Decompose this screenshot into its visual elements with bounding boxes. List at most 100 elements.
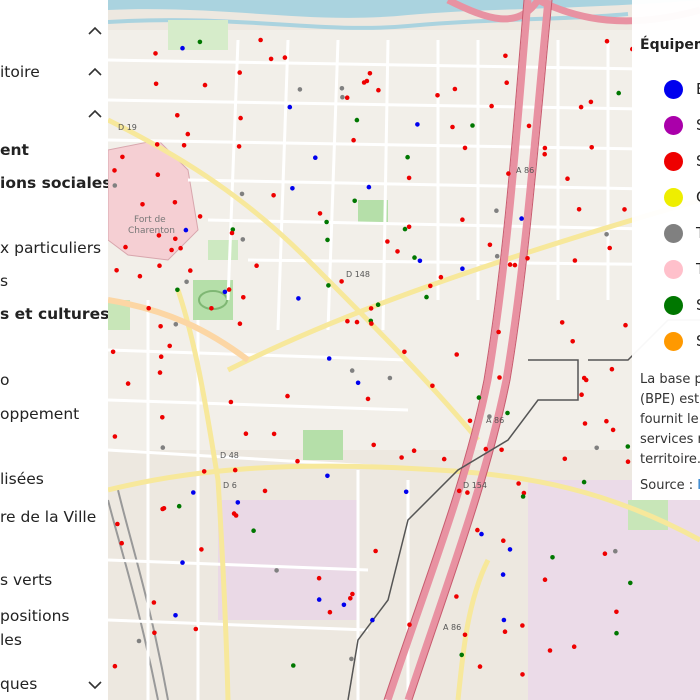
equipment-marker[interactable] xyxy=(172,200,178,205)
equipment-marker[interactable] xyxy=(258,37,263,43)
equipment-marker[interactable] xyxy=(238,115,243,121)
equipment-marker[interactable] xyxy=(237,70,242,75)
equipment-marker[interactable] xyxy=(209,306,214,311)
equipment-marker[interactable] xyxy=(153,51,158,56)
equipment-marker[interactable] xyxy=(146,305,151,311)
equipment-marker[interactable] xyxy=(570,339,575,344)
equipment-marker[interactable] xyxy=(476,395,482,400)
equipment-marker[interactable] xyxy=(355,380,361,386)
menu-item-s[interactable]: s xyxy=(0,272,8,290)
equipment-marker[interactable] xyxy=(376,87,381,93)
equipment-marker[interactable] xyxy=(228,399,234,405)
equipment-marker[interactable] xyxy=(520,623,525,628)
equipment-marker[interactable] xyxy=(345,318,350,324)
equipment-marker[interactable] xyxy=(415,122,420,127)
menu-item-dispositions[interactable]: positions xyxy=(0,607,69,625)
equipment-marker[interactable] xyxy=(112,183,118,188)
equipment-marker[interactable] xyxy=(405,154,410,160)
equipment-marker[interactable] xyxy=(156,233,162,238)
equipment-marker[interactable] xyxy=(526,123,532,129)
equipment-marker[interactable] xyxy=(176,503,182,509)
equipment-marker[interactable] xyxy=(622,207,627,212)
menu-item-espaces-verts[interactable]: s verts xyxy=(0,571,52,589)
chevron-up-icon[interactable] xyxy=(88,109,102,119)
equipment-marker[interactable] xyxy=(173,236,178,242)
equipment-marker[interactable] xyxy=(609,366,615,372)
equipment-marker[interactable] xyxy=(403,489,409,495)
equipment-marker[interactable] xyxy=(237,321,243,327)
equipment-marker[interactable] xyxy=(317,211,323,216)
equipment-marker[interactable] xyxy=(167,343,172,349)
menu-item-localisees[interactable]: lisées xyxy=(0,470,44,488)
equipment-marker[interactable] xyxy=(370,617,375,623)
equipment-marker[interactable] xyxy=(157,263,162,269)
menu-item-o[interactable]: o xyxy=(0,371,9,389)
equipment-marker[interactable] xyxy=(201,469,207,474)
equipment-marker[interactable] xyxy=(175,113,180,118)
equipment-marker[interactable] xyxy=(313,155,318,160)
equipment-marker[interactable] xyxy=(155,172,161,177)
equipment-marker[interactable] xyxy=(291,663,296,668)
equipment-marker[interactable] xyxy=(496,329,501,335)
equipment-marker[interactable] xyxy=(183,227,189,233)
equipment-marker[interactable] xyxy=(157,370,163,375)
equipment-marker[interactable] xyxy=(348,596,353,601)
equipment-marker[interactable] xyxy=(542,151,547,157)
equipment-marker[interactable] xyxy=(579,392,584,398)
equipment-marker[interactable] xyxy=(411,448,417,454)
equipment-marker[interactable] xyxy=(181,143,187,148)
equipment-marker[interactable] xyxy=(110,349,116,355)
legend-item[interactable]: T xyxy=(632,256,700,282)
equipment-marker[interactable] xyxy=(604,38,610,44)
equipment-marker[interactable] xyxy=(173,322,179,327)
equipment-marker[interactable] xyxy=(542,577,548,582)
equipment-marker[interactable] xyxy=(628,580,633,586)
equipment-marker[interactable] xyxy=(241,295,246,300)
equipment-marker[interactable] xyxy=(324,219,329,225)
equipment-marker[interactable] xyxy=(354,117,360,123)
equipment-marker[interactable] xyxy=(507,547,513,552)
legend-item[interactable]: S xyxy=(632,292,700,318)
equipment-marker[interactable] xyxy=(262,488,268,494)
equipment-marker[interactable] xyxy=(588,99,594,105)
equipment-marker[interactable] xyxy=(499,447,504,453)
equipment-marker[interactable] xyxy=(507,262,513,267)
equipment-marker[interactable] xyxy=(487,414,492,419)
equipment-marker[interactable] xyxy=(512,262,518,268)
equipment-marker[interactable] xyxy=(339,279,344,284)
equipment-marker[interactable] xyxy=(271,193,276,198)
equipment-marker[interactable] xyxy=(251,528,256,533)
legend-item[interactable]: T xyxy=(632,220,700,246)
equipment-marker[interactable] xyxy=(616,90,621,96)
equipment-marker[interactable] xyxy=(185,131,191,137)
equipment-marker[interactable] xyxy=(375,302,381,308)
equipment-marker[interactable] xyxy=(115,521,120,527)
equipment-marker[interactable] xyxy=(602,551,608,556)
equipment-marker[interactable] xyxy=(112,434,118,439)
equipment-marker[interactable] xyxy=(494,208,499,213)
equipment-marker[interactable] xyxy=(565,176,570,181)
equipment-marker[interactable] xyxy=(274,568,279,573)
equipment-marker[interactable] xyxy=(158,324,163,329)
equipment-marker[interactable] xyxy=(268,56,274,62)
menu-item-les[interactable]: les xyxy=(0,631,22,649)
equipment-marker[interactable] xyxy=(438,274,444,280)
equipment-marker[interactable] xyxy=(151,600,157,605)
equipment-marker[interactable] xyxy=(197,214,203,219)
equipment-marker[interactable] xyxy=(406,224,412,230)
equipment-marker[interactable] xyxy=(123,244,128,250)
equipment-marker[interactable] xyxy=(295,458,300,464)
equipment-marker[interactable] xyxy=(562,456,568,462)
equipment-marker[interactable] xyxy=(459,652,465,658)
equipment-marker[interactable] xyxy=(344,95,350,100)
equipment-marker[interactable] xyxy=(193,626,199,632)
equipment-marker[interactable] xyxy=(424,294,429,300)
equipment-marker[interactable] xyxy=(180,45,185,51)
equipment-marker[interactable] xyxy=(184,279,189,285)
equipment-marker[interactable] xyxy=(504,80,510,85)
equipment-marker[interactable] xyxy=(456,488,462,494)
equipment-marker[interactable] xyxy=(226,287,232,292)
equipment-marker[interactable] xyxy=(571,644,577,649)
equipment-marker[interactable] xyxy=(152,630,157,636)
equipment-marker[interactable] xyxy=(350,591,355,597)
